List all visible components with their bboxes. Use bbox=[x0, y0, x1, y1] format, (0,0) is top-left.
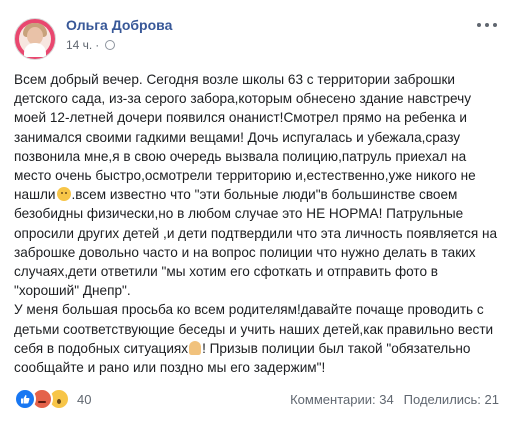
more-options-icon[interactable] bbox=[477, 18, 497, 32]
reaction-count: 40 bbox=[77, 391, 92, 407]
post-timestamp[interactable]: 14 ч. · bbox=[66, 38, 116, 52]
shares-count-link[interactable]: Поделились: 21 bbox=[404, 392, 499, 407]
sad-face-emoji-icon bbox=[56, 187, 71, 202]
praying-hands-emoji-icon bbox=[189, 340, 202, 355]
paragraph-1-part-b: .всем известно что "эти больные люди"в б… bbox=[14, 187, 498, 299]
paragraph-1-part-a: Всем добрый вечер. Сегодня возле школы 6… bbox=[14, 72, 476, 203]
like-reaction-icon bbox=[14, 388, 36, 410]
dot-icon bbox=[485, 23, 489, 27]
post-header: Ольга Доброва 14 ч. · bbox=[14, 14, 499, 64]
separator-dot: · bbox=[95, 38, 100, 52]
globe-icon bbox=[105, 40, 116, 50]
post-text: Всем добрый вечер. Сегодня возле школы 6… bbox=[14, 70, 499, 377]
comments-count-link[interactable]: Комментарии: 34 bbox=[290, 392, 394, 407]
dot-icon bbox=[477, 23, 481, 27]
author-name[interactable]: Ольга Доброва bbox=[66, 17, 172, 33]
facebook-post: Ольга Доброва 14 ч. · Всем добрый вечер. … bbox=[0, 0, 509, 431]
dot-icon bbox=[493, 23, 497, 27]
avatar-body bbox=[24, 43, 46, 57]
post-paragraph-1: Всем добрый вечер. Сегодня возле школы 6… bbox=[14, 70, 499, 300]
reactions-summary[interactable]: 40 bbox=[14, 388, 91, 410]
avatar[interactable] bbox=[14, 18, 56, 60]
post-stats: Комментарии: 34 Поделились: 21 bbox=[290, 392, 499, 407]
post-footer: 40 Комментарии: 34 Поделились: 21 bbox=[14, 386, 499, 412]
post-paragraph-2: У меня большая просьба ко всем родителям… bbox=[14, 300, 499, 377]
timestamp-text: 14 ч. bbox=[66, 38, 93, 52]
thumbs-up-icon bbox=[21, 395, 30, 404]
